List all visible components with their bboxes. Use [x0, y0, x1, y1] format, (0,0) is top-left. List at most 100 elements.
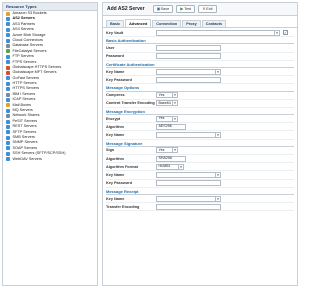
- algorithm-format-row: Algorithm Format rfc3851 ▼: [106, 163, 294, 172]
- editor-panel: Add AS2 Server ▣Save ▶Test ✕Exit Basic A…: [102, 2, 298, 286]
- content-transfer-encoding-label: Content Transfer Encoding: [106, 101, 155, 106]
- test-button[interactable]: ▶Test: [176, 5, 196, 13]
- encryption-key-name-select[interactable]: ▼: [156, 132, 221, 139]
- encryption-algorithm-label: Algorithm: [106, 124, 124, 129]
- page-title: Add AS2 Server: [107, 6, 145, 12]
- chevron-down-icon: ▼: [215, 133, 220, 138]
- resource-type-icon: [6, 151, 10, 156]
- content-transfer-encoding-select[interactable]: Base64 ▼: [156, 100, 178, 107]
- resource-type-icon: [6, 17, 10, 22]
- exit-icon: ✕: [202, 7, 206, 12]
- resource-type-icon: [6, 49, 10, 54]
- encrypt-label: Encrypt: [106, 116, 121, 121]
- exit-button[interactable]: ✕Exit: [198, 5, 217, 13]
- section-message-signature: Message Signature: [106, 140, 294, 147]
- resource-type-icon: [6, 103, 10, 108]
- encryption-key-name-row: Key Name ▼: [106, 131, 294, 140]
- resource-types-panel: Resource Types Amazon S3 Buckets AS2 Serv…: [2, 2, 98, 286]
- password-label: Password: [106, 54, 124, 59]
- transfer-encoding-input[interactable]: [156, 203, 221, 210]
- resource-type-icon: [6, 135, 10, 140]
- save-icon: ▣: [156, 7, 161, 12]
- chevron-down-icon: ▼: [172, 148, 177, 153]
- resource-type-icon: [6, 119, 10, 124]
- advanced-form: Key Vault ▼ ✓ Basic Authentication User …: [103, 28, 297, 212]
- resource-type-icon: [6, 76, 10, 81]
- algorithm-format-select[interactable]: rfc3851 ▼: [156, 163, 184, 170]
- section-message-encryption: Message Encryption: [106, 108, 294, 116]
- resource-type-icon: [6, 44, 10, 49]
- key-password-row: Key Password: [106, 76, 294, 85]
- chevron-down-icon: ▼: [172, 116, 177, 121]
- tab-contacts[interactable]: Contacts: [201, 20, 226, 27]
- resource-type-icon: [6, 92, 10, 97]
- resource-type-icon: [6, 54, 10, 59]
- resource-type-icon: [6, 81, 10, 86]
- password-input[interactable]: [156, 53, 221, 60]
- resource-type-icon: [6, 108, 10, 113]
- resource-type-icon: [6, 65, 10, 70]
- chevron-down-icon: ▼: [172, 101, 177, 106]
- signature-key-password-input[interactable]: [156, 180, 221, 187]
- tab-advanced[interactable]: Advanced: [125, 19, 152, 27]
- key-vault-select[interactable]: ▼: [156, 29, 280, 36]
- resource-type-icon: [6, 70, 10, 75]
- chevron-down-icon: ▼: [215, 196, 220, 201]
- resource-types-header: Resource Types: [3, 3, 97, 11]
- signature-key-password-row: Key Password: [106, 180, 294, 188]
- user-input[interactable]: [156, 44, 221, 51]
- section-message-options: Message Options: [106, 84, 294, 92]
- chevron-down-icon: ▼: [172, 93, 177, 98]
- signature-key-name-label: Key Name: [106, 172, 125, 177]
- resource-type-icon: [6, 130, 10, 135]
- key-vault-checkbox[interactable]: ✓: [283, 30, 288, 36]
- section-basic-authentication: Basic Authentication: [106, 37, 294, 45]
- signature-key-name-row: Key Name ▼: [106, 171, 294, 180]
- compress-label: Compress: [106, 93, 125, 98]
- signature-key-name-select[interactable]: ▼: [156, 171, 221, 178]
- encryption-algorithm-input[interactable]: AES256: [156, 123, 186, 130]
- resource-type-icon: [6, 60, 10, 65]
- toolbar: Add AS2 Server ▣Save ▶Test ✕Exit: [103, 3, 297, 16]
- chevron-down-icon: ▼: [215, 172, 220, 177]
- tab-proxy[interactable]: Proxy: [182, 20, 201, 27]
- user-row: User: [106, 44, 294, 53]
- tab-connection[interactable]: Connection: [152, 20, 182, 27]
- key-name-row: Key Name ▼: [106, 68, 294, 77]
- sign-select[interactable]: Yes ▼: [156, 147, 178, 154]
- resource-list: Amazon S3 Buckets AS2 Servers AS3 Partners…: [3, 11, 97, 162]
- signature-key-password-label: Key Password: [106, 181, 132, 186]
- signature-algorithm-label: Algorithm: [106, 156, 124, 161]
- chevron-down-icon: ▼: [215, 69, 220, 74]
- compress-select[interactable]: Yes ▼: [156, 92, 178, 99]
- signature-algorithm-input[interactable]: SHA256: [156, 155, 186, 162]
- encrypt-row: Encrypt Yes ▼: [106, 115, 294, 124]
- resource-type-icon: [6, 157, 10, 162]
- sign-row: Sign Yes ▼: [106, 147, 294, 155]
- resource-type-icon: [6, 141, 10, 146]
- chevron-down-icon: ▼: [178, 164, 183, 169]
- resource-type-icon: [6, 146, 10, 151]
- section-certificate-authentication: Certificate Authentication: [106, 61, 294, 68]
- key-password-label: Key Password: [106, 77, 132, 82]
- encrypt-select[interactable]: Yes ▼: [156, 115, 178, 122]
- encryption-algorithm-row: Algorithm AES256: [106, 123, 294, 132]
- resource-type-icon: [6, 124, 10, 129]
- receipt-key-name-select[interactable]: ▼: [156, 195, 221, 202]
- algorithm-format-label: Algorithm Format: [106, 164, 138, 169]
- section-message-receipt: Message Receipt: [106, 188, 294, 195]
- resource-type-icon: [6, 38, 10, 43]
- key-password-input[interactable]: [156, 76, 221, 83]
- resource-type-icon: [6, 22, 10, 27]
- receipt-key-name-label: Key Name: [106, 196, 125, 201]
- save-button[interactable]: ▣Save: [152, 5, 174, 13]
- resource-item[interactable]: WebDAV Servers: [3, 157, 97, 162]
- tab-basic[interactable]: Basic: [106, 20, 125, 27]
- password-row: Password: [106, 53, 294, 61]
- transfer-encoding-label: Transfer Encoding: [106, 204, 140, 209]
- signature-algorithm-row: Algorithm SHA256: [106, 155, 294, 164]
- chevron-down-icon: ▼: [274, 30, 279, 35]
- key-name-select[interactable]: ▼: [156, 68, 221, 75]
- key-vault-label: Key Vault: [106, 30, 124, 35]
- key-name-label: Key Name: [106, 69, 125, 74]
